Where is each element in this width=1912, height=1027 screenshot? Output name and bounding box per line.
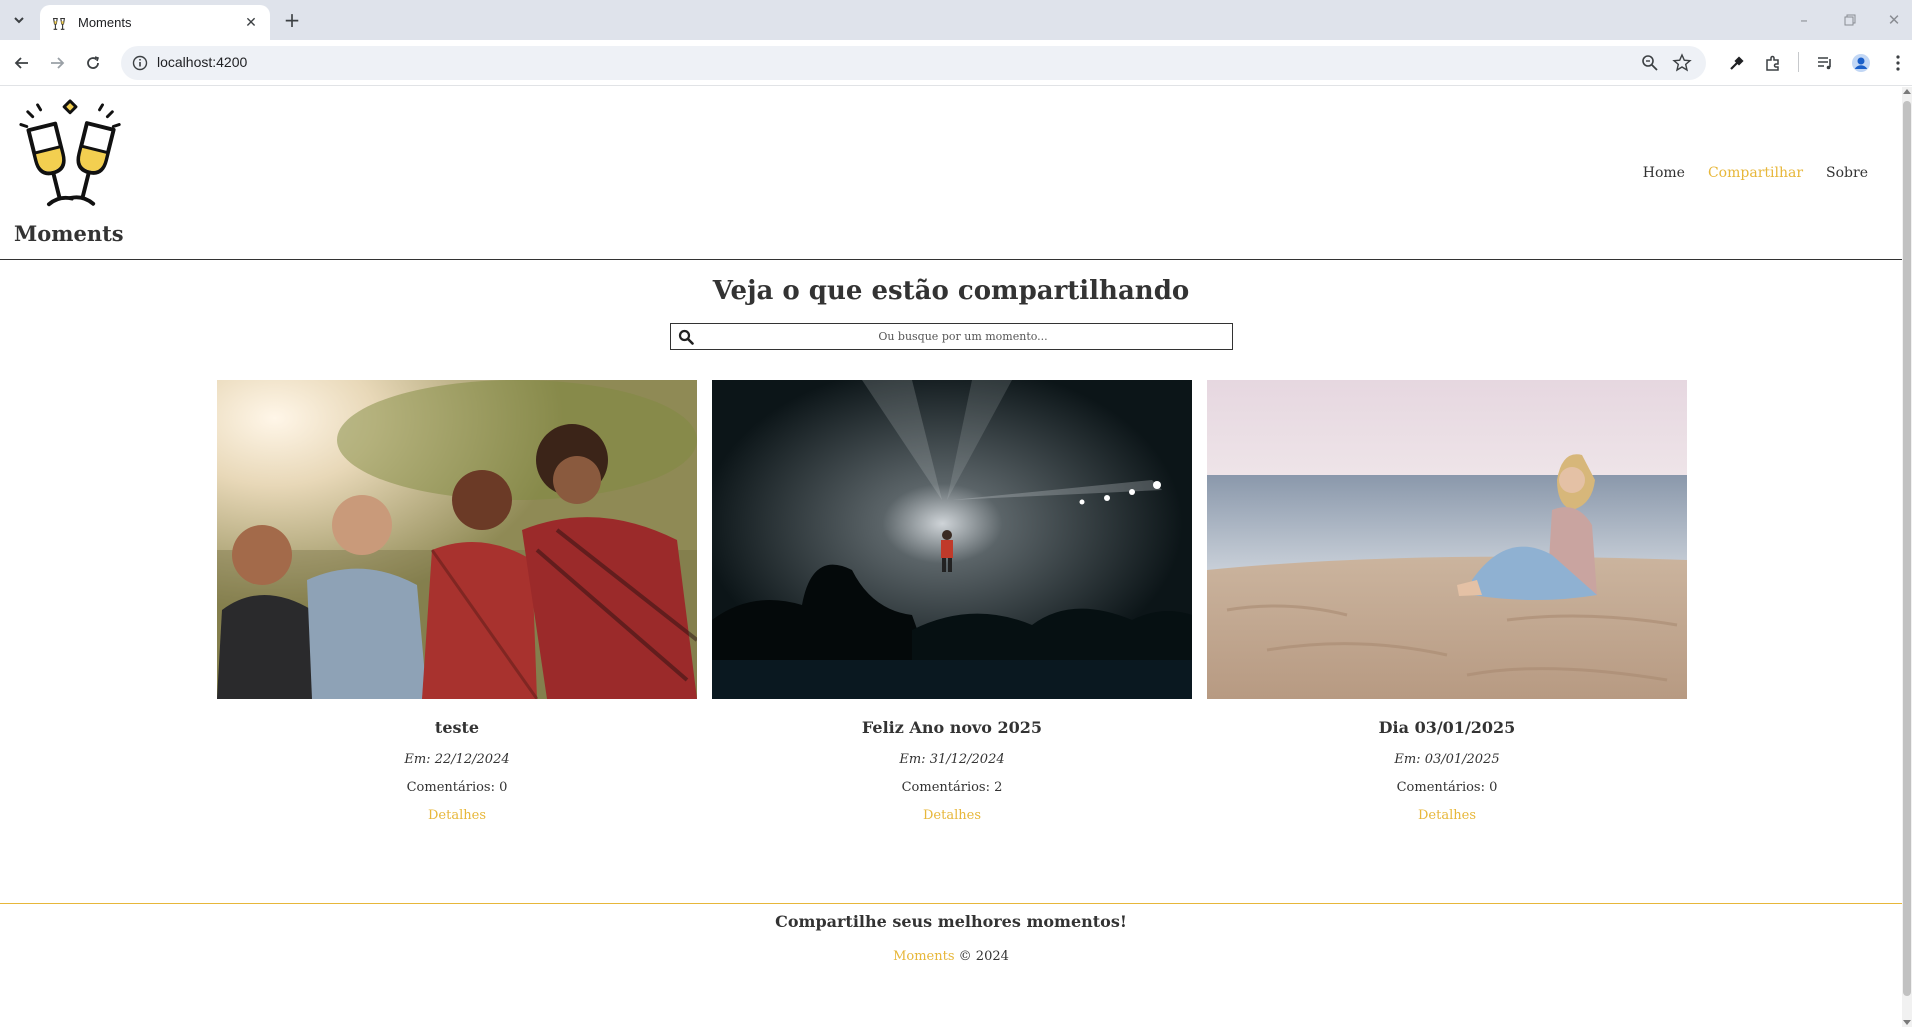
footer: Compartilhe seus melhores momentos! Mome… <box>0 903 1902 964</box>
more-menu-icon[interactable] <box>1886 51 1910 75</box>
scroll-up-icon[interactable] <box>1903 89 1911 94</box>
moment-comments: Comentários: 0 <box>1396 780 1498 795</box>
moment-card: teste Em: 22/12/2024 Comentários: 0 Deta… <box>217 380 697 823</box>
page-scrollbar[interactable] <box>1902 87 1912 1027</box>
nav-links: Home Compartilhar Sobre <box>1643 165 1868 181</box>
eyedropper-icon[interactable] <box>1725 51 1749 75</box>
moment-title: Feliz Ano novo 2025 <box>861 718 1043 737</box>
moment-title: teste <box>434 718 480 737</box>
extensions-icon[interactable] <box>1761 51 1785 75</box>
bookmark-star-icon[interactable] <box>1672 53 1692 73</box>
browser-tab[interactable]: Moments ✕ <box>40 5 270 40</box>
browser-toolbar: localhost:4200 <box>0 40 1912 86</box>
nav-link-compartilhar[interactable]: Compartilhar <box>1708 165 1803 181</box>
details-link[interactable]: Detalhes <box>712 808 1192 823</box>
footer-tagline: Compartilhe seus melhores momentos! <box>775 912 1127 931</box>
details-link[interactable]: Detalhes <box>1207 808 1687 823</box>
moment-card: Feliz Ano novo 2025 Em: 31/12/2024 Comen… <box>712 380 1192 823</box>
champagne-favicon-icon <box>52 17 66 30</box>
scroll-thumb[interactable] <box>1903 101 1911 996</box>
moment-card: Dia 03/01/2025 Em: 03/01/2025 Comentário… <box>1207 380 1687 823</box>
toolbar-separator <box>1798 52 1799 72</box>
site-info-icon[interactable] <box>131 54 149 72</box>
tab-search-icon[interactable] <box>7 8 31 32</box>
address-bar[interactable]: localhost:4200 <box>121 46 1706 80</box>
footer-brand: Moments <box>893 949 955 964</box>
brand-link[interactable]: Moments <box>14 98 134 246</box>
minimize-icon[interactable]: – <box>1792 8 1816 32</box>
moments-grid: teste Em: 22/12/2024 Comentários: 0 Deta… <box>217 380 1687 823</box>
moment-comments: Comentários: 0 <box>406 780 508 795</box>
search-box <box>670 323 1233 350</box>
reload-icon[interactable] <box>81 51 105 75</box>
new-tab-icon[interactable]: + <box>280 8 304 32</box>
browser-tabstrip: Moments ✕ + – ✕ <box>0 0 1912 40</box>
url-text: localhost:4200 <box>157 54 248 70</box>
search-icon <box>678 329 694 345</box>
close-icon[interactable]: ✕ <box>242 14 260 32</box>
forward-icon[interactable] <box>45 51 69 75</box>
brand-name: Moments <box>14 221 124 246</box>
restore-icon[interactable] <box>1838 8 1862 32</box>
nav-link-sobre[interactable]: Sobre <box>1826 165 1868 181</box>
moment-date: Em: 03/01/2025 <box>1394 752 1500 767</box>
back-icon[interactable] <box>10 51 34 75</box>
nav-link-home[interactable]: Home <box>1643 165 1685 181</box>
footer-copyright: Moments © 2024 <box>0 949 1902 964</box>
scroll-down-icon[interactable] <box>1903 1020 1911 1025</box>
moment-title: Dia 03/01/2025 <box>1378 718 1516 737</box>
moment-image-concert[interactable] <box>712 380 1192 699</box>
moment-date: Em: 22/12/2024 <box>404 752 510 767</box>
moment-comments: Comentários: 2 <box>901 780 1003 795</box>
search-input[interactable] <box>699 326 1227 347</box>
zoom-icon[interactable] <box>1640 53 1660 73</box>
profile-icon[interactable] <box>1849 51 1873 75</box>
details-link[interactable]: Detalhes <box>217 808 697 823</box>
footer-copyright-text: © 2024 <box>954 949 1009 964</box>
moment-date: Em: 31/12/2024 <box>899 752 1005 767</box>
page-heading: Veja o que estão compartilhando <box>712 276 1190 306</box>
page: Moments Home Compartilhar Sobre Veja o q… <box>0 87 1902 1027</box>
close-window-icon[interactable]: ✕ <box>1882 8 1906 32</box>
navbar: Moments Home Compartilhar Sobre <box>0 87 1902 260</box>
moment-image-beach[interactable] <box>1207 380 1687 699</box>
champagne-logo-icon <box>19 99 121 207</box>
media-controls-icon[interactable] <box>1813 51 1837 75</box>
tab-title: Moments <box>78 15 132 30</box>
moment-image-friends[interactable] <box>217 380 697 699</box>
